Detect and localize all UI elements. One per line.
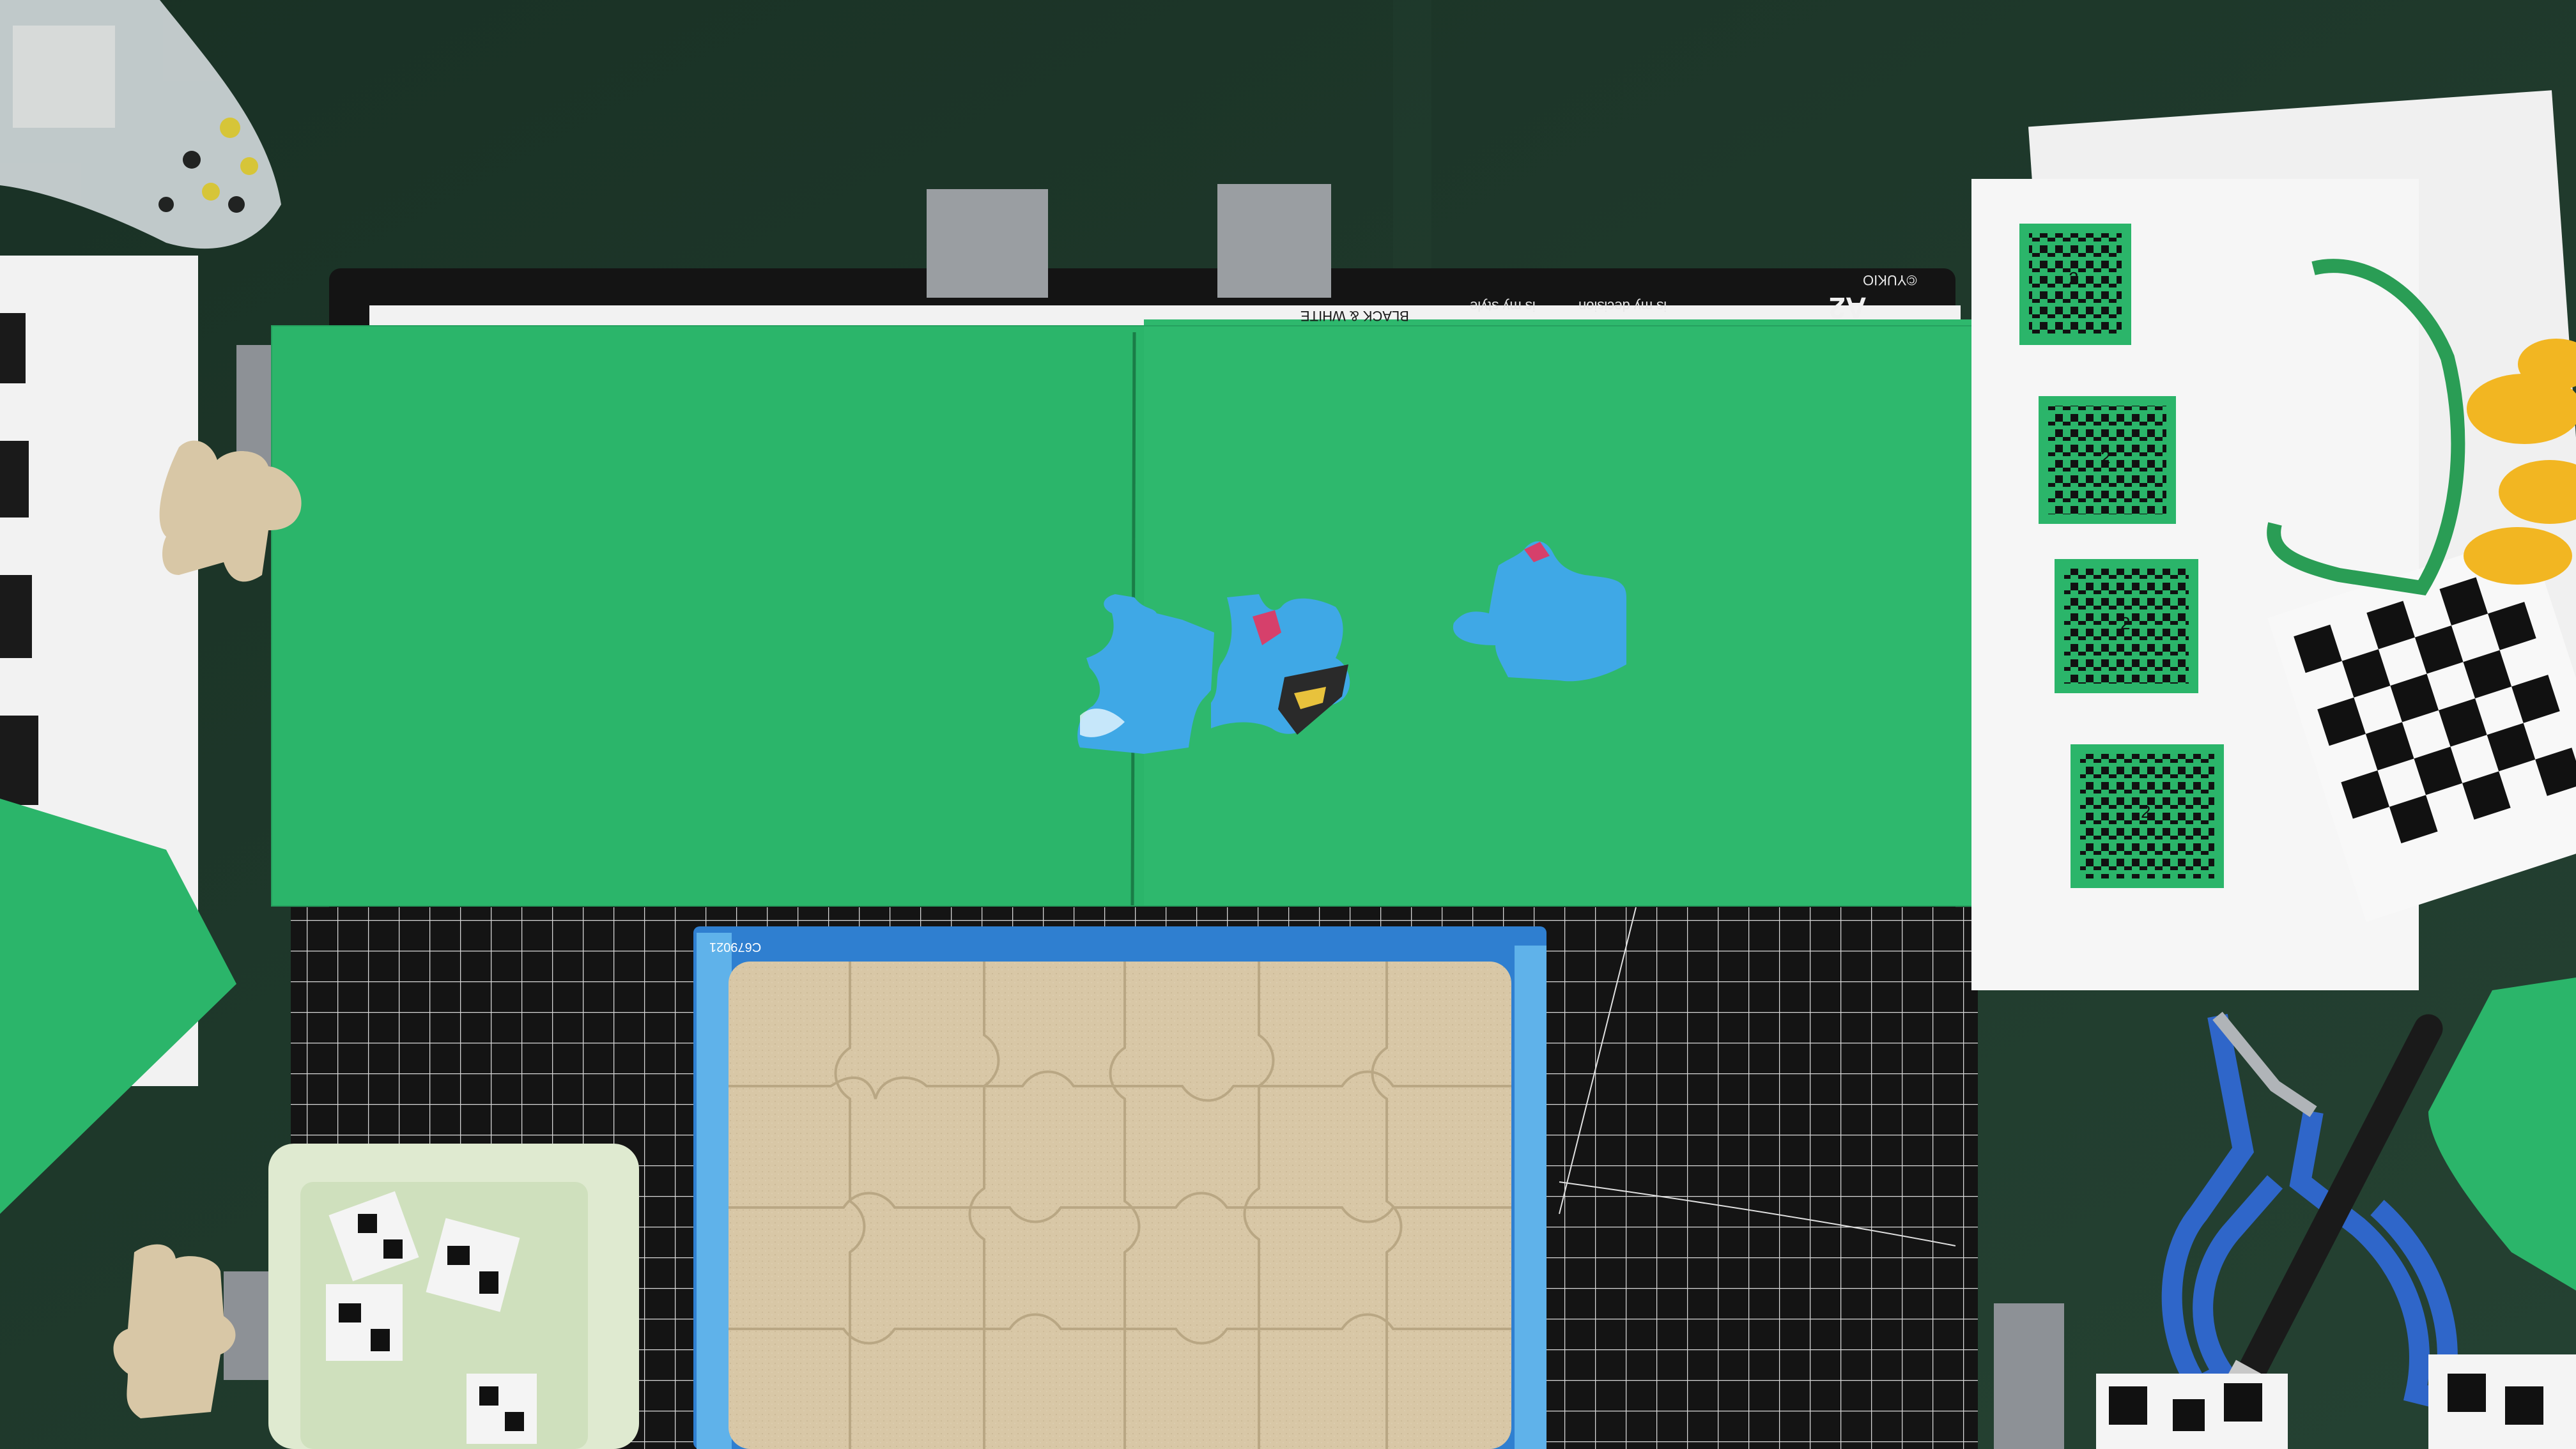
- qr-paper-stack: [1971, 90, 2576, 990]
- mat-brand-text: ©YUKIO: [1863, 272, 1917, 288]
- marker-tray: [268, 1144, 639, 1449]
- qr-label: 2: [2141, 802, 2151, 822]
- qr-label: 2: [2101, 447, 2111, 467]
- workspace-scene: [0, 0, 2576, 1449]
- tape-strip: [927, 189, 1048, 298]
- qr-label: 2: [2120, 613, 2131, 633]
- mat-slogan-2: is my style: [1470, 298, 1536, 314]
- tray-code-text: C679021: [709, 940, 762, 954]
- puzzle-tray: [693, 926, 1546, 1449]
- mat-slogan-1: is my decision: [1578, 298, 1667, 314]
- mat-size-text: A2: [1829, 291, 1867, 325]
- qr-label: 2: [2069, 268, 2079, 288]
- tape-strip: [1994, 1303, 2064, 1449]
- tape-strip: [1217, 184, 1331, 298]
- mat-slogan-3: BLACK & WHITE: [1300, 308, 1409, 324]
